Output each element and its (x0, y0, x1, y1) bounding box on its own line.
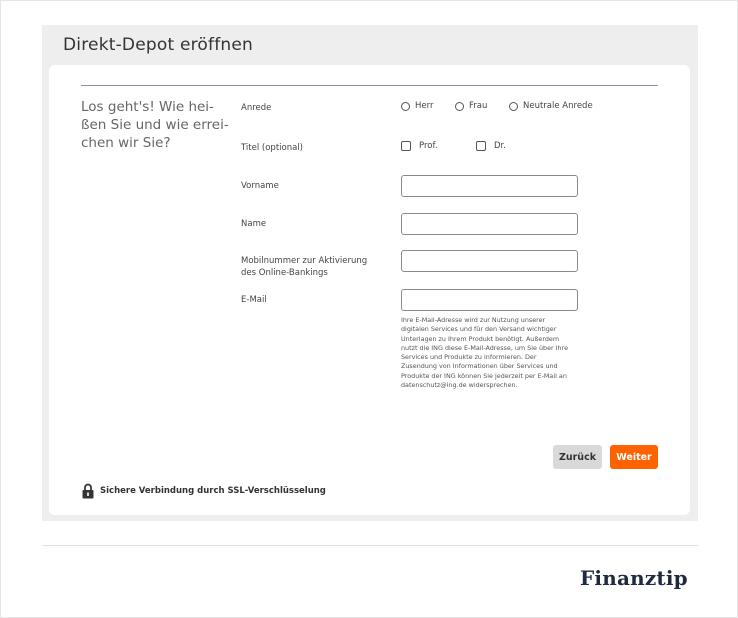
email-hint-line: Services und Produkte zu informieren. De… (401, 353, 537, 362)
salutation-option-frau[interactable]: Frau (455, 101, 487, 111)
page-divider (42, 545, 698, 546)
radio-circle-icon[interactable] (509, 101, 518, 111)
form-card: Los geht's! Wie hei- ßen Sie und wie err… (49, 65, 690, 515)
checkbox-icon[interactable] (401, 141, 411, 151)
email-hint-line: Ihre E-Mail-Adresse wird zur Nutzung uns… (401, 316, 546, 324)
intro-line: Los geht's! Wie hei- (81, 99, 214, 115)
salutation-label: Anrede (241, 103, 272, 113)
intro-line: chen wir Sie? (81, 135, 171, 151)
screenshot-frame: Direkt-Depot eröffnen Los geht's! Wie he… (0, 0, 738, 618)
last-name-label: Name (241, 219, 267, 229)
radio-circle-icon[interactable] (455, 101, 464, 111)
title-label: Titel (optional) (241, 143, 303, 153)
option-label: Prof. (419, 141, 438, 151)
mobile-label-line: des Online-Bankings (241, 268, 328, 278)
email-hint: Ihre E-Mail-Adresse wird zur Nutzung uns… (401, 316, 583, 390)
option-label: Frau (469, 101, 488, 111)
title-option-prof[interactable]: Prof. (401, 141, 438, 151)
section-intro: Los geht's! Wie hei- ßen Sie und wie err… (81, 98, 231, 152)
back-button[interactable]: Zurück (553, 445, 602, 469)
email-hint-line: Zusendung von Informationen über Service… (401, 362, 558, 371)
email-hint-line: nutzt die ING diese E-Mail-Adresse, um S… (401, 343, 569, 352)
email-label: E-Mail (241, 295, 267, 305)
secure-connection-text: Sichere Verbindung durch SSL-Verschlüsse… (100, 486, 326, 496)
email-hint-line: Produkte der ING können Sie jederzeit pe… (401, 371, 567, 380)
mobile-label-line: Mobilnummer zur Aktivierung (241, 256, 368, 266)
option-label: Dr. (494, 141, 506, 151)
brand-logo: Finanztip (580, 566, 688, 590)
mobile-input[interactable] (401, 250, 578, 272)
first-name-input[interactable] (401, 175, 578, 197)
radio-circle-icon[interactable] (401, 101, 410, 111)
email-input[interactable] (401, 289, 578, 311)
salutation-option-neutral[interactable]: Neutrale Anrede (509, 101, 593, 111)
salutation-option-herr[interactable]: Herr (401, 101, 433, 111)
depot-panel: Direkt-Depot eröffnen Los geht's! Wie he… (42, 25, 698, 521)
email-hint-line: digitalen Services und für den Versand w… (401, 325, 557, 334)
email-hint-line: datenschutz@ing.de widersprechen. (401, 381, 518, 390)
email-hint-line: Unterlagen zu Ihrem Produkt benötigt. Au… (401, 334, 560, 343)
mobile-label: Mobilnummer zur Aktivierung des Online-B… (241, 255, 367, 279)
checkbox-icon[interactable] (476, 141, 486, 151)
panel-title: Direkt-Depot eröffnen (63, 35, 253, 55)
section-divider (81, 85, 658, 86)
lock-icon (82, 483, 94, 499)
intro-line: ßen Sie und wie errei- (81, 117, 229, 133)
first-name-label: Vorname (241, 181, 279, 191)
last-name-input[interactable] (401, 213, 578, 235)
option-label: Herr (415, 101, 434, 111)
secure-connection-note: Sichere Verbindung durch SSL-Verschlüsse… (82, 483, 326, 499)
next-button[interactable]: Weiter (610, 445, 658, 469)
title-option-dr[interactable]: Dr. (476, 141, 506, 151)
option-label: Neutrale Anrede (523, 101, 593, 111)
